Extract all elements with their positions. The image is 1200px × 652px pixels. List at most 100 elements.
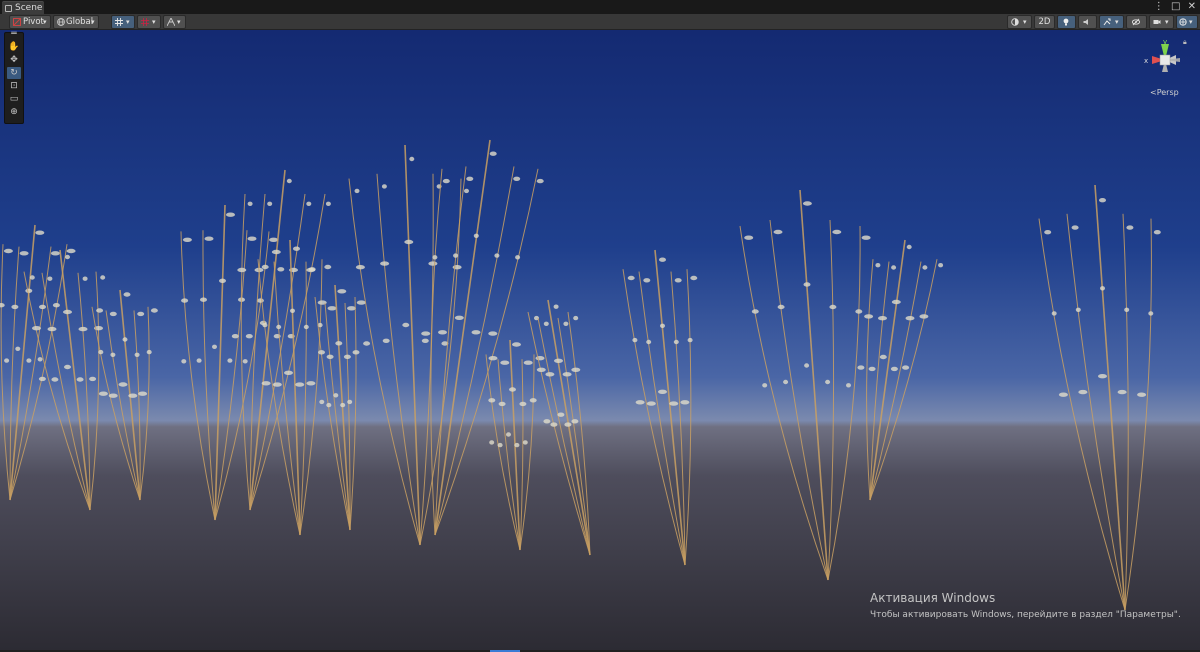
seed-head — [122, 337, 128, 342]
seed-head — [76, 377, 84, 382]
rotate-tool-button[interactable]: ↻ — [7, 67, 21, 79]
lighting-toggle[interactable] — [1057, 15, 1076, 29]
seed-head — [284, 370, 293, 375]
seed-head — [519, 401, 527, 407]
seed-head — [231, 334, 239, 339]
seed-head — [1153, 230, 1161, 235]
seed-head — [632, 337, 638, 343]
window-controls: ⋮ □ ✕ — [1150, 1, 1196, 13]
seed-head — [326, 402, 332, 408]
2d-toggle[interactable]: 2D — [1034, 15, 1055, 29]
seed-head — [489, 440, 495, 445]
seed-head — [535, 356, 545, 361]
more-options-icon[interactable]: ⋮ — [1154, 1, 1164, 13]
seed-head — [506, 432, 511, 437]
gizmo-x-label: x — [1144, 57, 1148, 65]
seed-head — [306, 381, 316, 386]
tab-bar: Scene ⋮ □ ✕ — [0, 0, 1200, 15]
seed-head — [47, 326, 57, 332]
seed-head — [354, 188, 360, 194]
seed-head — [78, 326, 88, 332]
move-tool-button[interactable]: ✥ — [7, 54, 21, 66]
maximize-icon[interactable]: □ — [1171, 1, 1180, 13]
windows-activation-watermark: Активация Windows Чтобы активировать Win… — [870, 591, 1181, 622]
seed-head — [327, 306, 337, 311]
seed-head — [857, 365, 865, 370]
sky-and-ground — [0, 30, 1200, 650]
seed-head — [557, 412, 565, 417]
rect-tool-button[interactable]: ▭ — [7, 93, 21, 105]
pivot-label: Pivot — [23, 17, 44, 27]
seed-head — [335, 341, 343, 346]
seed-head — [245, 334, 253, 339]
seed-head — [545, 372, 555, 377]
seed-head — [573, 315, 579, 321]
close-icon[interactable]: ✕ — [1188, 1, 1196, 13]
seed-head — [466, 176, 474, 181]
seed-head — [306, 201, 312, 206]
camera-dropdown[interactable]: ▾ — [1149, 15, 1174, 29]
drag-handle[interactable]: ═ — [7, 30, 21, 39]
seed-head — [82, 276, 88, 281]
seed-head — [550, 422, 558, 427]
gizmos-dropdown[interactable]: ▾ — [1176, 15, 1198, 29]
seed-head — [529, 398, 537, 403]
seed-head — [204, 236, 214, 241]
seed-head — [878, 316, 887, 321]
hand-tool-button[interactable]: ✋ — [7, 41, 21, 53]
seed-head — [308, 267, 316, 272]
seed-head — [804, 363, 810, 368]
center-cube[interactable] — [1159, 54, 1171, 66]
seed-head — [674, 278, 682, 283]
seed-head — [864, 314, 874, 319]
wireframe-icon — [167, 18, 175, 26]
seed-head — [66, 248, 76, 254]
seed-head — [646, 401, 656, 406]
seed-head — [554, 358, 563, 363]
seed-head — [262, 322, 268, 328]
seed-head — [267, 201, 273, 206]
seed-head — [500, 360, 510, 365]
wireframe-grid-button[interactable]: ▾ — [163, 15, 186, 29]
seed-head — [803, 282, 811, 287]
seed-head — [181, 298, 189, 303]
seed-head — [473, 233, 479, 238]
snap-increment-button[interactable]: ▾ — [137, 15, 161, 29]
transform-tool-button[interactable]: ⊕ — [7, 106, 21, 118]
pivot-dropdown[interactable]: Pivot ▾ — [9, 15, 51, 29]
seed-head — [100, 275, 106, 280]
shading-mode-dropdown[interactable]: ▾ — [1007, 15, 1032, 29]
scene-visibility-toggle[interactable] — [1126, 15, 1147, 29]
seed-head — [15, 346, 21, 351]
seed-head — [382, 338, 390, 343]
grid-snap-toggle[interactable]: ▾ — [111, 15, 135, 29]
seed-head — [562, 372, 572, 377]
audio-toggle[interactable] — [1078, 15, 1097, 29]
seed-head — [11, 304, 19, 310]
seed-head — [762, 383, 768, 388]
seed-head — [200, 297, 207, 302]
seed-head — [875, 263, 881, 268]
seed-head — [380, 261, 390, 266]
activation-subtitle: Чтобы активировать Windows, перейдите в … — [870, 610, 1181, 620]
projection-toggle[interactable]: <Persp — [1150, 88, 1179, 97]
seed-head — [673, 339, 679, 345]
global-dropdown[interactable]: Global ▾ — [53, 15, 99, 29]
seed-head — [498, 401, 506, 407]
lock-icon[interactable]: 🔒︎ — [1183, 38, 1187, 47]
seed-head — [773, 229, 783, 235]
seed-head — [256, 298, 264, 303]
seed-head — [118, 382, 128, 387]
seed-head — [571, 367, 581, 372]
seed-head — [52, 303, 60, 308]
effects-dropdown[interactable]: ▾ — [1099, 15, 1124, 29]
seed-head — [680, 400, 690, 405]
seed-head — [65, 254, 70, 260]
seed-head — [290, 308, 295, 313]
rect-icon: ▭ — [9, 94, 19, 104]
tab-scene[interactable]: Scene — [2, 1, 44, 15]
scale-tool-button[interactable]: ⊡ — [7, 80, 21, 92]
scene-viewport[interactable] — [0, 30, 1200, 650]
seed-head — [47, 276, 53, 281]
seed-head — [32, 326, 41, 331]
